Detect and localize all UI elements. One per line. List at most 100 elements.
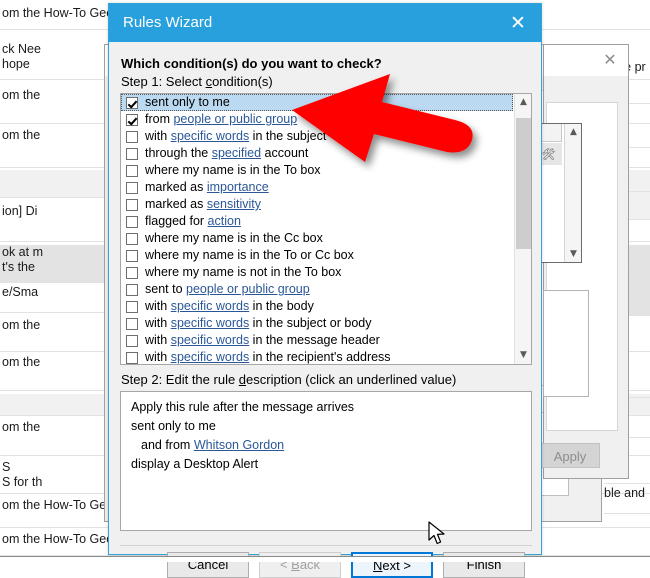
condition-text: sent only to me <box>145 95 230 109</box>
description-line-3: and from Whitson Gordon <box>131 436 521 455</box>
condition-text: with <box>145 350 171 364</box>
condition-checkbox[interactable] <box>126 317 138 330</box>
secondary-panel-titlebar: ✕ <box>544 45 628 76</box>
condition-item[interactable]: with specific words in the message heade… <box>121 332 513 349</box>
conditions-list[interactable]: sent only to me from people or public gro… <box>121 94 513 364</box>
condition-value-link[interactable]: specific words <box>171 350 250 364</box>
condition-label: marked as importance <box>145 179 269 196</box>
rules-wizard-title: Rules Wizard <box>123 14 213 31</box>
condition-text: from <box>145 112 174 126</box>
condition-value-link[interactable]: specific words <box>171 299 250 313</box>
condition-item[interactable]: where my name is not in the To box <box>121 264 513 281</box>
apply-button[interactable]: Apply <box>540 443 600 468</box>
condition-checkbox[interactable] <box>126 283 138 296</box>
condition-item[interactable]: with specific words in the subject or bo… <box>121 315 513 332</box>
condition-checkbox[interactable] <box>126 181 138 194</box>
chevron-down-icon[interactable]: ▼ <box>565 246 582 262</box>
condition-label: flagged for action <box>145 213 241 230</box>
chevron-up-icon[interactable]: ▲ <box>565 124 582 140</box>
chevron-down-icon[interactable]: ▼ <box>515 347 531 364</box>
step2-label: Step 2: Edit the rule description (click… <box>121 372 456 387</box>
mail-list-row[interactable] <box>604 516 650 560</box>
description-line-1: Apply this rule after the message arrive… <box>131 400 355 414</box>
condition-item[interactable]: with specific words in the recipient's a… <box>121 349 513 364</box>
condition-text: where my name is in the Cc box <box>145 231 323 245</box>
condition-item[interactable]: with specific words in the subject <box>121 128 513 145</box>
step1-label: Step 1: Select condition(s) <box>121 74 273 89</box>
condition-item[interactable]: with specific words in the body <box>121 298 513 315</box>
condition-value-link[interactable]: specific words <box>171 333 250 347</box>
step2-prefix: Step 2: Edit the rule <box>121 372 239 387</box>
condition-checkbox[interactable] <box>126 164 138 177</box>
condition-value-link[interactable]: specific words <box>171 316 250 330</box>
condition-checkbox[interactable] <box>126 198 138 211</box>
condition-label: with specific words in the body <box>145 298 314 315</box>
step1-prefix: Step 1: Select <box>121 74 206 89</box>
condition-value-link[interactable]: importance <box>207 180 269 194</box>
condition-label: with specific words in the recipient's a… <box>145 349 391 364</box>
chevron-up-icon[interactable]: ▲ <box>515 94 531 111</box>
condition-text: marked as <box>145 180 207 194</box>
condition-checkbox[interactable] <box>126 96 138 109</box>
condition-label: marked as sensitivity <box>145 196 261 213</box>
condition-checkbox[interactable] <box>126 113 138 126</box>
condition-text: with <box>145 333 171 347</box>
condition-item[interactable]: through the specified account <box>121 145 513 162</box>
conditions-listbox[interactable]: sent only to me from people or public gro… <box>120 93 532 365</box>
condition-checkbox[interactable] <box>126 249 138 262</box>
condition-label: with specific words in the message heade… <box>145 332 380 349</box>
condition-text: through the <box>145 146 212 160</box>
tools-listbox-scrollbar[interactable]: ▲ ▼ <box>564 124 581 262</box>
condition-checkbox[interactable] <box>126 147 138 160</box>
conditions-scrollbar[interactable]: ▲ ▼ <box>514 94 531 364</box>
rules-wizard-body: Which condition(s) do you want to check?… <box>109 42 541 578</box>
condition-value-link[interactable]: people or public group <box>186 282 310 296</box>
condition-text: in the body <box>249 299 314 313</box>
rules-wizard-titlebar[interactable]: Rules Wizard ✕ <box>109 4 541 42</box>
condition-item[interactable]: marked as importance <box>121 179 513 196</box>
condition-label: from people or public group <box>145 111 297 128</box>
condition-text: with <box>145 129 171 143</box>
condition-checkbox[interactable] <box>126 300 138 313</box>
condition-label: sent only to me <box>145 94 230 111</box>
close-icon[interactable]: ✕ <box>501 10 535 36</box>
condition-item[interactable]: where my name is in the To box <box>121 162 513 179</box>
condition-checkbox[interactable] <box>126 215 138 228</box>
condition-value-link[interactable]: sensitivity <box>207 197 261 211</box>
rule-description-editor[interactable]: Apply this rule after the message arrive… <box>120 391 532 531</box>
condition-text: with <box>145 299 171 313</box>
condition-item[interactable]: flagged for action <box>121 213 513 230</box>
description-line-4: display a Desktop Alert <box>131 457 259 471</box>
condition-checkbox[interactable] <box>126 232 138 245</box>
condition-item[interactable]: where my name is in the Cc box <box>121 230 513 247</box>
condition-text: where my name is in the To or Cc box <box>145 248 354 262</box>
condition-item[interactable]: sent to people or public group <box>121 281 513 298</box>
condition-item[interactable]: where my name is in the To or Cc box <box>121 247 513 264</box>
mail-list-row[interactable]: ble and <box>604 486 650 514</box>
description-line-3-prefix: and from <box>141 438 194 452</box>
condition-label: sent to people or public group <box>145 281 310 298</box>
step2-accel: d <box>238 372 247 387</box>
condition-checkbox[interactable] <box>126 130 138 143</box>
condition-value-link[interactable]: people or public group <box>173 112 297 126</box>
condition-checkbox[interactable] <box>126 334 138 347</box>
condition-checkbox[interactable] <box>126 351 138 364</box>
condition-value-link[interactable]: action <box>208 214 241 228</box>
description-value-link[interactable]: Whitson Gordon <box>194 438 284 452</box>
condition-text: sent to <box>145 282 186 296</box>
condition-checkbox[interactable] <box>126 266 138 279</box>
condition-value-link[interactable]: specific words <box>171 129 250 143</box>
secondary-options-panel: ✕ 🛠 ▲ ▼ Apply <box>534 44 629 479</box>
condition-item[interactable]: marked as sensitivity <box>121 196 513 213</box>
condition-label: with specific words in the subject <box>145 128 326 145</box>
scrollbar-thumb[interactable] <box>516 118 531 249</box>
secondary-panel-subbox <box>543 290 589 397</box>
close-icon[interactable]: ✕ <box>598 49 622 71</box>
condition-label: where my name is in the Cc box <box>145 230 323 247</box>
condition-item[interactable]: from people or public group <box>121 111 513 128</box>
condition-label: through the specified account <box>145 145 308 162</box>
condition-value-link[interactable]: specified <box>212 146 261 160</box>
condition-item[interactable]: sent only to me <box>121 94 513 111</box>
rules-wizard-dialog: Rules Wizard ✕ Which condition(s) do you… <box>108 3 542 578</box>
condition-text: where my name is not in the To box <box>145 265 342 279</box>
